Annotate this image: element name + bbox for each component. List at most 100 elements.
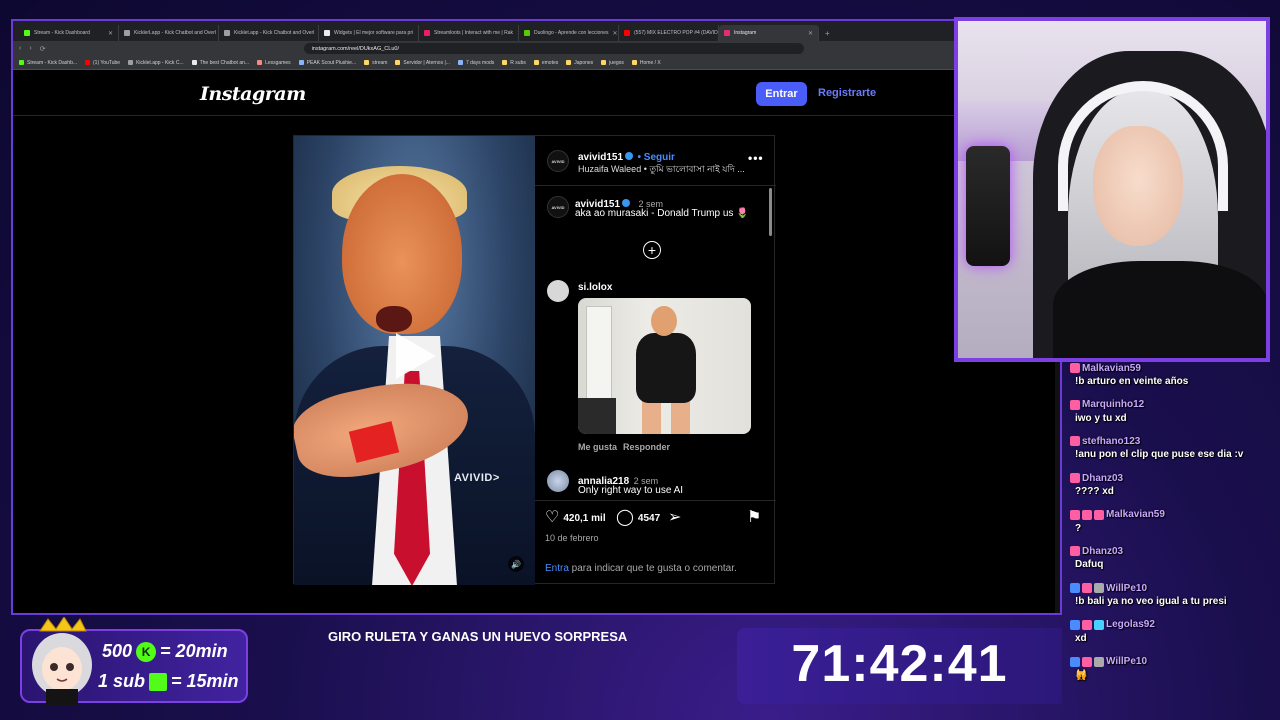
commenter-avatar[interactable] xyxy=(547,470,569,492)
bookmark-item[interactable]: Lessgames xyxy=(257,60,291,66)
heart-icon[interactable]: ♡ xyxy=(545,510,559,526)
browser-tab[interactable]: Instagram ✕ xyxy=(719,25,819,41)
bookmark-item[interactable]: (1) YouTube xyxy=(85,60,120,66)
comment-reply-link[interactable]: Responder xyxy=(623,442,670,452)
chat-author[interactable]: Legolas92 xyxy=(1070,617,1280,633)
chat-author[interactable]: Malkavian59 xyxy=(1070,360,1280,376)
play-icon[interactable] xyxy=(392,331,438,381)
login-button[interactable]: Entrar xyxy=(756,82,807,106)
scroll-thumb[interactable] xyxy=(769,188,772,236)
bookmark-item[interactable]: stream xyxy=(364,60,387,66)
post-date: 10 de febrero xyxy=(545,533,599,543)
bookmark-item[interactable]: Kicklet.app - Kick C... xyxy=(128,60,184,66)
chat-text: xd xyxy=(1075,632,1087,644)
commenter-avatar[interactable] xyxy=(547,280,569,302)
reload-icon[interactable]: ⟳ xyxy=(40,45,46,53)
bookmark-item[interactable]: Stream - Kick Dashb... xyxy=(19,60,77,66)
tab-favicon-icon xyxy=(424,30,430,36)
tab-favicon-icon xyxy=(524,30,530,36)
comments-scrollbar[interactable] xyxy=(769,188,772,498)
bookmark-item[interactable]: The best Chatbot an... xyxy=(191,60,249,66)
bookmark-icon xyxy=(601,60,607,65)
gif-bag xyxy=(578,398,616,434)
caption-avatar[interactable]: AVIVID xyxy=(547,196,569,218)
caption-text: aka ao murasaki - Donald Trump us 🌷 xyxy=(575,208,749,219)
comment-icon[interactable]: ◯ xyxy=(616,510,634,526)
chat-message: Dhanz03 ???? xd xyxy=(1066,470,1280,507)
new-tab-icon[interactable]: + xyxy=(819,29,836,41)
promo-line-subs: 1 sub = 15min xyxy=(98,671,239,692)
chat-username: Malkavian59 xyxy=(1106,509,1165,521)
bookmark-item[interactable]: Servidor | Aternos |... xyxy=(395,60,450,66)
chat-text: Dafuq xyxy=(1075,559,1104,571)
video-watermark: AVIVID> xyxy=(454,472,500,484)
bookmark-label: stream xyxy=(372,59,388,66)
bookmark-label: PEAK Scout Plushie... xyxy=(306,59,357,66)
chat-badge-icon xyxy=(1070,619,1080,630)
load-more-comments-icon[interactable]: + xyxy=(643,241,661,259)
bookmark-item[interactable]: R subs xyxy=(502,60,526,66)
bookmark-item[interactable]: juegos xyxy=(601,60,624,66)
login-prompt: Entra para indicar que te gusta o coment… xyxy=(545,563,737,574)
comment-gif[interactable] xyxy=(578,298,751,434)
chat-author[interactable]: Malkavian59 xyxy=(1070,507,1280,523)
browser-tab[interactable]: Streamloots | Interact with me | Rak✕ xyxy=(419,25,519,41)
chat-username: Dhanz03 xyxy=(1082,472,1124,484)
comment-username[interactable]: si.lolox xyxy=(578,282,612,293)
tab-label: Duolingo - Aprende con lecciones xyxy=(534,30,609,36)
reel-video[interactable]: AVIVID> 🔊 xyxy=(294,136,535,585)
chat-badge-icon xyxy=(1094,619,1104,630)
more-options-icon[interactable]: ••• xyxy=(748,151,764,165)
author-avatar[interactable]: AVIVID xyxy=(547,150,569,172)
chat-username: Malkavian59 xyxy=(1082,362,1141,374)
chat-badge-icon xyxy=(1070,656,1080,667)
forward-icon[interactable]: › xyxy=(29,45,31,52)
chat-badge-icon xyxy=(1094,509,1104,520)
browser-tab[interactable]: Kicklet.app - Kick Chatbot and Overl✕ xyxy=(219,25,319,41)
instagram-logo[interactable]: Instagram xyxy=(200,83,306,105)
chat-author[interactable]: stefhano123 xyxy=(1070,433,1280,449)
chat-message: stefhano123 !anu pon el clip que puse ese… xyxy=(1066,433,1280,470)
url-field[interactable]: instagram.com/reel/DUkxAG_CLu0/ xyxy=(303,43,804,54)
bookmark-item[interactable]: emotes xyxy=(533,60,558,66)
browser-tab[interactable]: Stream - Kick Dashboard ✕ xyxy=(19,25,119,41)
bookmark-label: juegos xyxy=(609,59,624,66)
chat-author[interactable]: Marquinho12 xyxy=(1070,397,1280,413)
back-icon[interactable]: ‹ xyxy=(19,45,21,52)
chat-author[interactable]: Dhanz03 xyxy=(1070,543,1280,559)
bookmark-item[interactable]: 7 days mods xyxy=(457,60,494,66)
tab-close-icon[interactable]: ✕ xyxy=(613,30,618,37)
chat-username: Marquinho12 xyxy=(1082,399,1145,411)
webcam-feed xyxy=(954,17,1270,362)
bookmark-icon: ⚑ xyxy=(747,509,762,526)
stream-chat: Malkavian59 !b arturo en veinte años Marqu… xyxy=(1066,360,1280,690)
bookmark-item[interactable]: Japones xyxy=(566,60,593,66)
signup-link[interactable]: Registrarte xyxy=(818,87,876,99)
mute-icon[interactable]: 🔊 xyxy=(508,556,524,572)
share-button[interactable]: ➢ xyxy=(668,510,681,526)
chat-message: Legolas92 xd xyxy=(1066,617,1280,654)
chat-author[interactable]: WillPe10 xyxy=(1070,580,1280,596)
chat-badge-icon xyxy=(1070,583,1080,594)
tab-close-icon[interactable]: ✕ xyxy=(108,30,113,37)
post-header: AVIVID avivid151 • Seguir Huzaifa Waleed… xyxy=(535,136,776,186)
tab-label: Kicklet.app - Kick Chatbot and Overl xyxy=(234,30,315,36)
comments-count: 4547 xyxy=(637,512,661,524)
browser-tab[interactable]: KicklerLapp - Kick Chatbot and Overl✕ xyxy=(119,25,219,41)
bookmark-icon xyxy=(191,60,197,65)
browser-tab[interactable]: Duolingo - Aprende con lecciones ✕ xyxy=(519,25,619,41)
gif-person-head xyxy=(651,306,677,336)
login-prompt-link[interactable]: Entra xyxy=(545,563,569,574)
chat-author[interactable]: Dhanz03 xyxy=(1070,470,1280,486)
tab-close-icon[interactable]: ✕ xyxy=(808,30,813,37)
bookmark-item[interactable]: PEAK Scout Plushie... xyxy=(298,59,357,66)
save-button[interactable]: ⚑ xyxy=(747,510,761,526)
comment-like-link[interactable]: Me gusta xyxy=(578,442,617,452)
chat-username: WillPe10 xyxy=(1106,582,1148,594)
chat-author[interactable]: WillPe10 xyxy=(1070,654,1280,670)
audio-label[interactable]: Huzaifa Waleed • তুমি ভালোবাসা নাই যদি .… xyxy=(578,162,745,177)
browser-tab[interactable]: (557) MIX ELECTRO POP #4 (DAVID✕ xyxy=(619,25,719,41)
bookmark-item[interactable]: Home / X xyxy=(631,60,661,66)
browser-tab[interactable]: Widgets | El mejor software para pri✕ xyxy=(319,25,419,41)
chat-text: iwo y tu xd xyxy=(1075,412,1127,424)
